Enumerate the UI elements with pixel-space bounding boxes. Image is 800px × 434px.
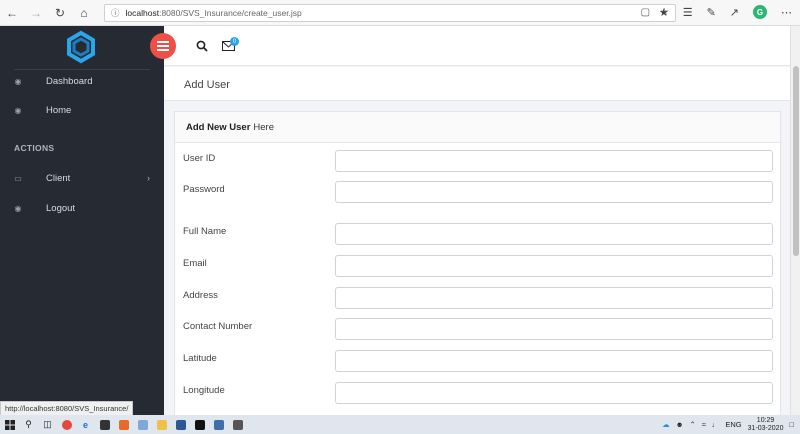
sidebar-item-label: Dashboard [46,75,93,87]
address-label: Address [183,290,218,301]
share-icon[interactable]: ↗ [730,6,739,19]
page-title: Add User [184,79,230,91]
add-user-card: Add New User Here User ID Password Full … [174,111,781,421]
notifications-icon[interactable]: □ [789,420,794,429]
url-path: :8080/SVS_Insurance/create_user.jsp [159,8,302,18]
notepad-app-icon[interactable] [133,415,152,434]
form-row-longitude: Longitude [175,382,780,406]
chevron-right-icon: › [147,173,150,183]
edge-app-icon[interactable]: e [76,415,95,434]
windows-start-icon[interactable] [0,415,19,434]
logout-icon: ◉ [14,203,22,213]
people-icon[interactable]: ☻ [676,420,684,429]
word-app-icon[interactable] [171,415,190,434]
sidebar-item-label: Logout [46,202,76,214]
latitude-input[interactable] [335,350,773,372]
search-icon[interactable] [196,40,208,52]
sidebar-item-label: Home [46,104,72,116]
email-input[interactable] [335,255,773,277]
mail-count-badge: 0 [230,37,239,46]
form-row-password: Password [175,181,780,205]
forward-arrow-icon[interactable]: → [24,1,48,25]
password-input[interactable] [335,181,773,203]
clock[interactable]: 10:29 31-03-2020 [748,417,784,433]
lang-indicator[interactable]: ENG [725,420,741,429]
status-url-tooltip: http://localhost:8080/SVS_Insurance/ [0,401,134,416]
office-app-icon[interactable] [114,415,133,434]
card-header: Add New User Here [175,112,780,143]
longitude-input[interactable] [335,382,773,404]
page-scrollbar[interactable] [790,26,800,415]
back-arrow-icon[interactable]: ← [0,1,24,25]
cmd-app-icon[interactable] [190,415,209,434]
card-heading-bold: Add New User [186,121,251,133]
file-explorer-icon[interactable] [152,415,171,434]
form-row-user-id: User ID [175,150,780,174]
page-header: Add User [164,67,790,101]
reading-list-icon[interactable]: ☰ [683,6,693,19]
profile-avatar[interactable]: G [753,5,767,19]
sidebar-item-client[interactable]: ▭ Client › [0,167,164,189]
form-row-full-name: Full Name [175,223,780,247]
favorites-icon[interactable]: ★ [659,6,669,19]
top-navbar: 0 [150,26,790,66]
chrome-app-icon[interactable] [57,415,76,434]
brand-logo[interactable] [60,30,102,66]
dashboard-icon: ◉ [14,76,22,86]
latitude-label: Latitude [183,353,217,364]
menu-icon [157,41,169,51]
laptop-icon: ▭ [14,173,22,183]
longitude-label: Longitude [183,385,225,396]
form-row-email: Email [175,255,780,279]
more-icon[interactable]: ⋯ [781,6,792,19]
password-label: Password [183,184,225,195]
contact-number-input[interactable] [335,318,773,340]
sidebar-item-label: Client [46,172,71,184]
info-icon[interactable]: ⓘ [111,7,120,19]
os-taskbar: ⚲ ◫ e ☁ ☻ ⌃ ≈ ♩ ENG 10:29 31-03-2020 □ [0,415,800,434]
system-tray: ☁ ☻ ⌃ ≈ ♩ ENG 10:29 31-03-2020 □ [662,415,794,434]
sidebar: ◉ Dashboard ◉ Home ACTIONS ▭ Client › ◉ … [0,26,164,415]
clock-time: 10:29 [756,416,775,424]
task-view-icon[interactable]: ◫ [38,415,57,434]
form-row-latitude: Latitude [175,350,780,374]
wifi-icon[interactable]: ≈ [702,420,706,429]
contact-number-label: Contact Number [183,321,253,332]
pen-icon[interactable]: ✎ [707,6,716,19]
url-host: localhost [125,8,160,18]
weather-icon[interactable]: ☁ [662,420,670,429]
scrollbar-thumb[interactable] [793,66,799,256]
full-name-label: Full Name [183,226,227,237]
form-row-contact-number: Contact Number [175,318,780,342]
sidebar-item-dashboard[interactable]: ◉ Dashboard [0,70,164,92]
sidebar-item-logout[interactable]: ◉ Logout [0,197,164,219]
sidebar-toggle-button[interactable] [150,33,176,59]
email-label: Email [183,258,207,269]
card-heading-rest: Here [253,121,274,133]
sidebar-item-home[interactable]: ◉ Home [0,99,164,121]
volume-icon[interactable]: ♩ [712,420,720,429]
tray-up-arrow-icon[interactable]: ⌃ [689,420,695,429]
user-id-input[interactable] [335,150,773,172]
home-icon[interactable]: ⌂ [72,1,96,25]
address-bar[interactable]: ⓘ localhost:8080/SVS_Insurance/create_us… [104,4,676,22]
terminal-app-icon[interactable] [95,415,114,434]
home-gauge-icon: ◉ [14,105,22,115]
search-icon[interactable]: ⚲ [19,415,38,434]
refresh-icon[interactable]: ↻ [48,1,72,25]
user-id-label: User ID [183,153,216,164]
tools-app-icon[interactable] [228,415,247,434]
sidebar-section-title: ACTIONS [14,143,55,153]
ide-app-icon[interactable] [209,415,228,434]
full-name-input[interactable] [335,223,773,245]
reading-view-icon[interactable]: ▢ [641,7,650,18]
browser-actions: ★ ☰ ✎ ↗ G ⋯ [659,5,792,19]
clock-date: 31-03-2020 [747,424,784,432]
address-input[interactable] [335,287,773,309]
form-row-address: Address [175,287,780,311]
